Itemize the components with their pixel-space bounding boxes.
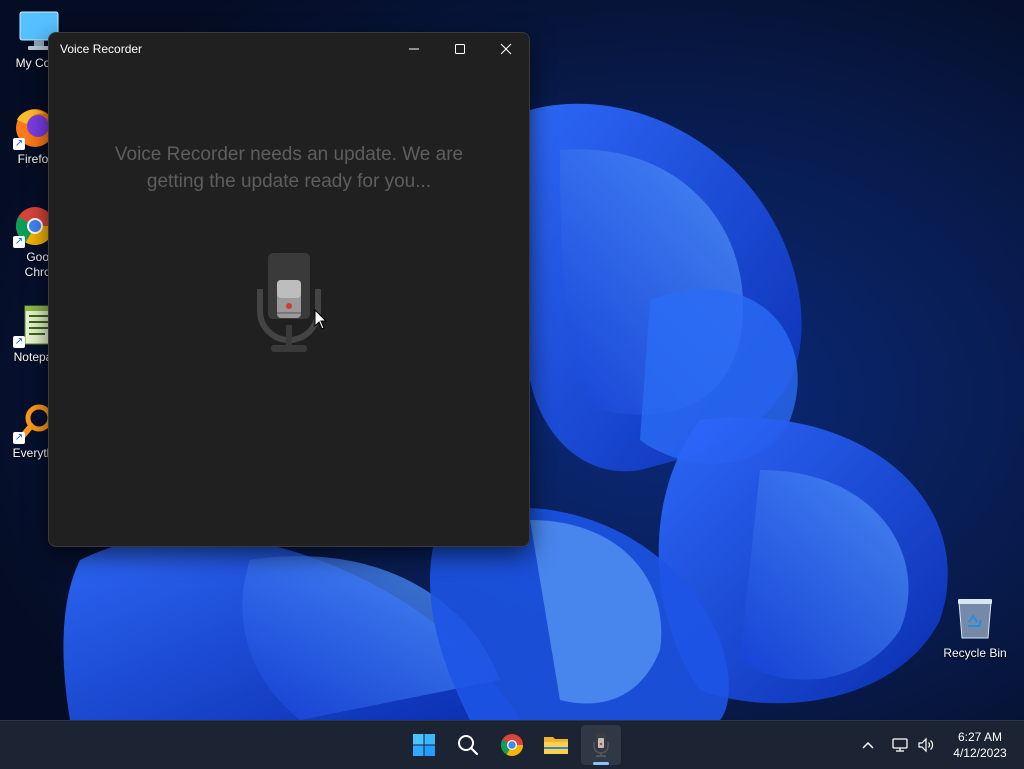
- taskbar-file-explorer[interactable]: [536, 725, 576, 765]
- update-message: Voice Recorder needs an update. We are g…: [114, 144, 464, 192]
- shortcut-arrow-icon: ↗: [13, 432, 25, 444]
- clock[interactable]: 6:27 AM 4/12/2023: [944, 729, 1016, 761]
- shortcut-arrow-icon: ↗: [13, 336, 25, 348]
- recycle-bin-label: Recycle Bin: [943, 646, 1007, 660]
- windows-start-icon: [413, 734, 435, 756]
- window-title: Voice Recorder: [60, 42, 143, 56]
- clock-date: 4/12/2023: [953, 746, 1007, 760]
- voice-recorder-icon: [593, 733, 609, 757]
- minimize-icon: [409, 48, 419, 50]
- recycle-bin-icon: [955, 596, 995, 640]
- shortcut-arrow-icon: ↗: [13, 236, 25, 248]
- start-button[interactable]: [404, 725, 444, 765]
- minimize-button[interactable]: [391, 33, 437, 65]
- close-icon: [500, 43, 512, 55]
- chevron-up-icon: [862, 741, 874, 749]
- volume-button[interactable]: [910, 725, 942, 765]
- taskbar: 6:27 AM 4/12/2023: [0, 720, 1024, 769]
- window-titlebar[interactable]: Voice Recorder: [49, 33, 529, 65]
- microphone-icon: [257, 253, 321, 352]
- chrome-icon: [501, 734, 523, 756]
- voice-recorder-window: Voice Recorder Voice Recorder needs an u…: [48, 32, 530, 547]
- clock-time: 6:27 AM: [957, 730, 1003, 744]
- maximize-icon: [455, 44, 465, 54]
- maximize-button[interactable]: [437, 33, 483, 65]
- speaker-icon: [918, 737, 934, 753]
- mouse-cursor-icon: [314, 309, 328, 330]
- folder-icon: [544, 737, 568, 754]
- taskbar-chrome[interactable]: [492, 725, 532, 765]
- network-icon: [892, 738, 908, 752]
- search-button[interactable]: [448, 725, 488, 765]
- shortcut-arrow-icon: ↗: [13, 138, 25, 150]
- taskbar-voice-recorder[interactable]: [581, 725, 621, 765]
- show-hidden-icons-button[interactable]: [852, 725, 884, 765]
- active-app-indicator: [593, 762, 609, 765]
- desktop-icon-label: Firefo: [17, 152, 49, 166]
- search-icon: [458, 735, 479, 756]
- close-button[interactable]: [483, 33, 529, 65]
- desktop-icon-recycle-bin[interactable]: Recycle Bin: [937, 596, 1013, 660]
- desktop-icon-label: Notepa: [13, 350, 53, 364]
